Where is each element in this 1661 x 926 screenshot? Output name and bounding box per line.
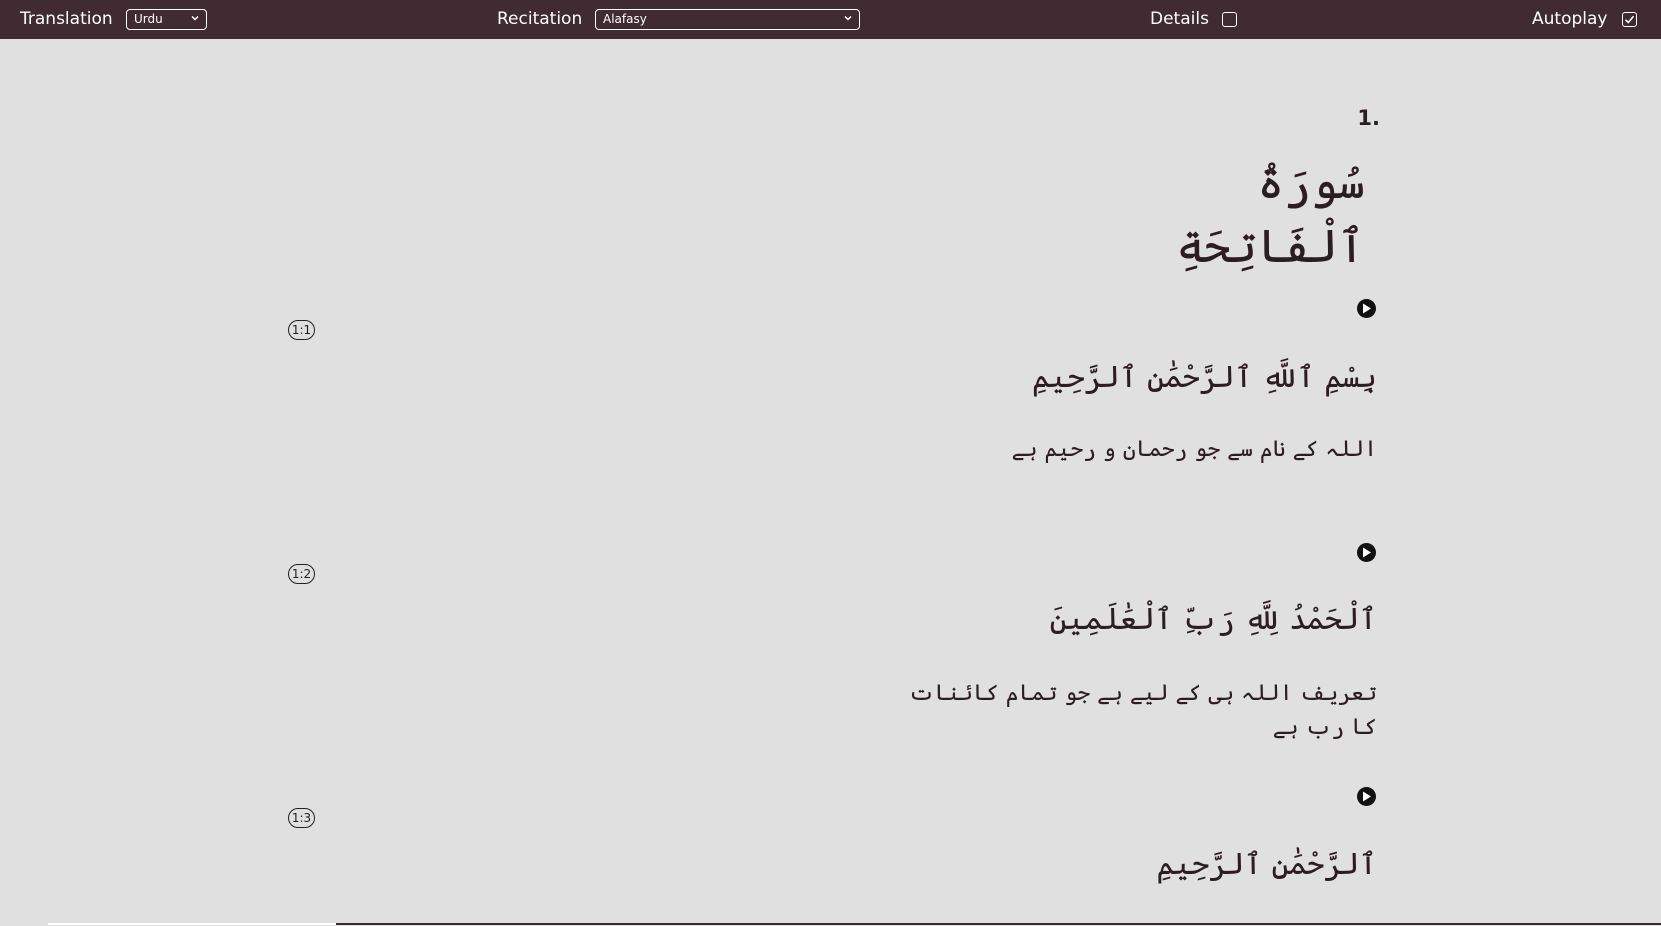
verse-arabic-text: بِسْمِ ٱللَّهِ ٱلرَّحْمَٰنِ ٱلرَّحِيمِ <box>1031 360 1377 395</box>
scrollbar-segment <box>336 923 1661 925</box>
details-label: Details <box>1150 9 1209 29</box>
play-verse-button[interactable] <box>1357 299 1376 318</box>
recitation-label: Recitation <box>497 9 583 29</box>
chevron-down-icon <box>191 15 199 21</box>
verse-ref-badge[interactable]: 1:2 <box>288 564 315 584</box>
verse-arabic-text: ٱلرَّحْمَٰنِ ٱلرَّحِيمِ <box>1156 847 1377 882</box>
translation-select[interactable]: Urdu <box>126 9 207 30</box>
checkmark-icon <box>1624 15 1635 24</box>
autoplay-label: Autoplay <box>1532 9 1608 29</box>
translation-select-value: Urdu <box>134 12 163 26</box>
verse-translation-text: اللہ کے نام سے جو رحمان و رحیم ہے <box>1011 437 1377 462</box>
autoplay-checkbox[interactable] <box>1622 12 1637 27</box>
play-verse-button[interactable] <box>1357 787 1376 806</box>
top-toolbar: Translation Urdu Recitation Alafasy Deta… <box>0 0 1661 39</box>
translation-label: Translation <box>20 9 113 29</box>
details-checkbox[interactable] <box>1222 12 1237 27</box>
verse-ref-badge[interactable]: 1:3 <box>288 808 315 828</box>
verse-ref-badge[interactable]: 1:1 <box>288 320 315 340</box>
scrollbar-segment <box>48 923 336 925</box>
play-icon <box>1363 303 1371 314</box>
verse-translation-text: تعریف اللہ ہی کے لیے ہے جو تمام کائنات ک… <box>908 681 1377 740</box>
surah-title: سُورَةُ ٱلْفَاتِحَةِ <box>1176 155 1365 273</box>
chevron-down-icon <box>844 15 852 21</box>
play-icon <box>1363 547 1371 558</box>
surah-number: 1. <box>1357 106 1380 130</box>
play-icon <box>1363 791 1371 802</box>
verse-arabic-text: ٱلْحَمْدُ لِلَّهِ رَبِّ ٱلْعَٰلَمِينَ <box>1049 602 1377 637</box>
recitation-select-value: Alafasy <box>603 12 647 26</box>
recitation-select[interactable]: Alafasy <box>595 9 860 30</box>
play-verse-button[interactable] <box>1357 543 1376 562</box>
